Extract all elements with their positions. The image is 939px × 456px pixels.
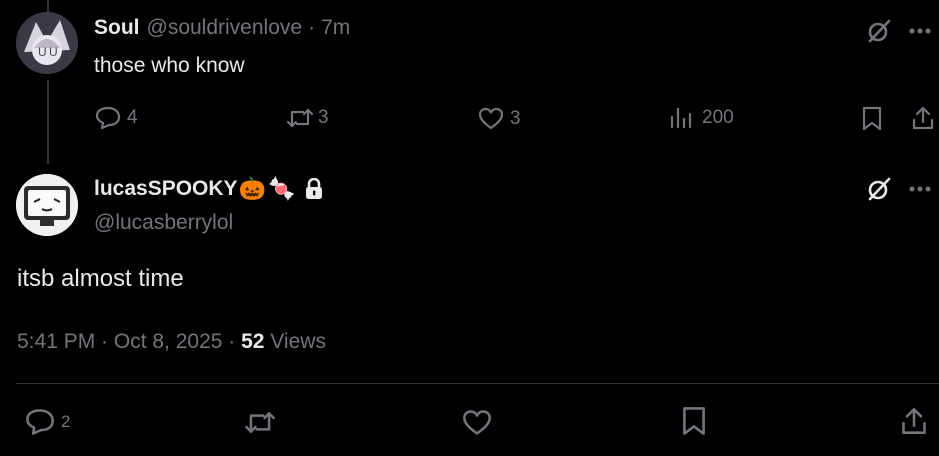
main-text: itsb almost time (17, 265, 184, 292)
like-button[interactable]: 3 (478, 107, 521, 130)
reply-icon (95, 106, 121, 130)
lock-icon (304, 178, 324, 200)
like-icon (478, 107, 504, 130)
thread-line-top (47, 0, 49, 12)
reply-avatar[interactable]: U U (16, 12, 78, 74)
main-like-button[interactable] (462, 409, 492, 436)
repost-icon (244, 410, 276, 435)
reply-author-name[interactable]: Soul (94, 16, 140, 40)
main-author-handle[interactable]: @lucasberrylol (94, 211, 233, 235)
more-icon[interactable] (909, 28, 931, 34)
grok-icon[interactable] (866, 176, 892, 202)
main-avatar[interactable] (16, 174, 78, 236)
main-views-count: 52 (241, 330, 265, 353)
svg-text:U: U (38, 45, 47, 59)
thread-line (47, 80, 49, 164)
more-icon[interactable] (909, 186, 931, 192)
share-icon (911, 106, 935, 130)
separator-dot: · (308, 16, 316, 39)
main-author-name[interactable]: lucasSPOOKY (94, 177, 238, 201)
main-views-label: Views (264, 330, 326, 353)
main-meta: 5:41 PM · Oct 8, 2025 · 52 Views (17, 330, 326, 354)
main-reply-count: 2 (61, 412, 71, 431)
repost-button[interactable]: 3 (286, 107, 329, 129)
reply-timestamp[interactable]: 7m (321, 16, 350, 40)
bookmark-icon (862, 106, 882, 131)
views-button[interactable]: 200 (669, 107, 734, 129)
repost-icon (286, 107, 314, 129)
share-icon (900, 407, 928, 435)
main-timestamp[interactable]: 5:41 PM · Oct 8, 2025 · (17, 330, 241, 353)
views-icon (669, 107, 693, 129)
svg-text:U: U (49, 45, 58, 59)
repost-count: 3 (318, 107, 329, 128)
reply-header: Soul @souldrivenlove · 7m (94, 16, 350, 40)
main-reply-button[interactable]: 2 (25, 408, 70, 436)
candy-emoji: 🍬 (267, 176, 296, 201)
pumpkin-emoji: 🎃 (238, 176, 266, 201)
reply-count: 4 (127, 107, 138, 128)
reply-author-handle[interactable]: @souldrivenlove (147, 16, 303, 40)
bookmark-icon (682, 406, 706, 436)
reply-button[interactable]: 4 (95, 106, 138, 130)
divider (16, 383, 939, 384)
grok-icon[interactable] (866, 18, 892, 44)
main-repost-button[interactable] (244, 410, 276, 435)
main-header: lucasSPOOKY 🎃 🍬 (94, 176, 324, 202)
reply-icon (25, 408, 55, 436)
main-bookmark-button[interactable] (682, 406, 706, 436)
views-count: 200 (702, 107, 734, 128)
like-count: 3 (510, 107, 521, 129)
bookmark-button[interactable] (862, 106, 882, 131)
reply-text: those who know (94, 54, 245, 77)
share-button[interactable] (911, 106, 935, 130)
like-icon (462, 409, 492, 436)
main-share-button[interactable] (900, 407, 928, 435)
